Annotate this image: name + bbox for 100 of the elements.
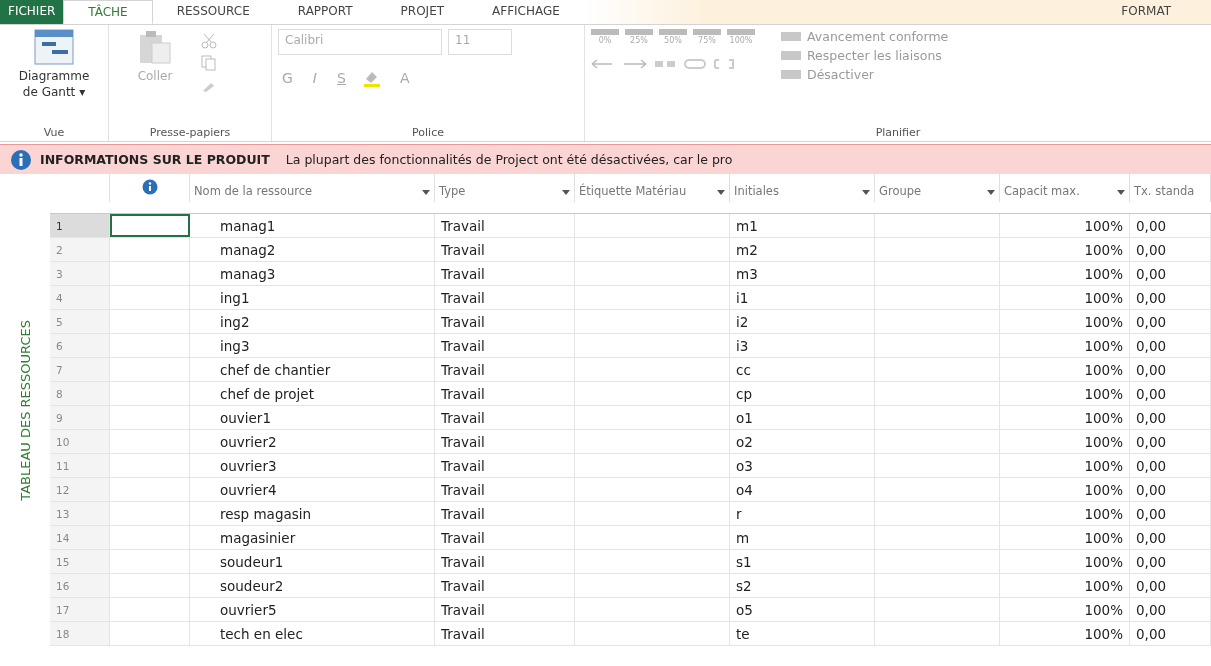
- dropdown-arrow-icon[interactable]: [422, 189, 430, 195]
- row-number[interactable]: 15: [50, 550, 110, 573]
- group-label: Presse-papiers: [149, 126, 231, 139]
- column-header[interactable]: Nom de la ressource: [194, 185, 418, 199]
- row-number[interactable]: 1: [50, 214, 110, 237]
- table-cell: o2: [730, 430, 875, 453]
- table-cell: 100%: [1000, 214, 1130, 237]
- table-cell: Travail: [435, 382, 575, 405]
- table-cell: s1: [730, 550, 875, 573]
- percent-complete-button[interactable]: 75%: [693, 29, 721, 45]
- arrows-icon: [591, 59, 647, 69]
- table-cell: Travail: [435, 310, 575, 333]
- table-cell: 100%: [1000, 598, 1130, 621]
- percent-complete-button[interactable]: 50%: [659, 29, 687, 45]
- table-cell: cp: [730, 382, 875, 405]
- table-cell: 0,00: [1130, 622, 1211, 645]
- table-cell: soudeur2: [190, 574, 435, 597]
- row-number[interactable]: 18: [50, 622, 110, 645]
- row-number[interactable]: 7: [50, 358, 110, 381]
- bold-button[interactable]: G: [278, 70, 297, 86]
- percent-complete-button[interactable]: 25%: [625, 29, 653, 45]
- row-number[interactable]: 14: [50, 526, 110, 549]
- table-cell: ing1: [190, 286, 435, 309]
- dropdown-arrow-icon[interactable]: [562, 189, 570, 195]
- row-number[interactable]: 4: [50, 286, 110, 309]
- percent-complete-button[interactable]: 0%: [591, 29, 619, 45]
- row-number[interactable]: 10: [50, 430, 110, 453]
- dropdown-arrow-icon[interactable]: [862, 189, 870, 195]
- group-label: Police: [412, 126, 444, 139]
- column-header[interactable]: Initiales: [734, 185, 858, 199]
- row-number[interactable]: 16: [50, 574, 110, 597]
- table-cell: i3: [730, 334, 875, 357]
- table-cell: 100%: [1000, 526, 1130, 549]
- column-header[interactable]: Étiquette Matériau: [579, 185, 713, 199]
- italic-button[interactable]: I: [308, 70, 321, 86]
- table-cell: i2: [730, 310, 875, 333]
- table-cell: Travail: [435, 430, 575, 453]
- table-cell: 100%: [1000, 550, 1130, 573]
- table-cell: o1: [730, 406, 875, 429]
- table-cell: Travail: [435, 574, 575, 597]
- table-cell: 100%: [1000, 502, 1130, 525]
- row-number[interactable]: 8: [50, 382, 110, 405]
- dropdown-arrow-icon[interactable]: [717, 189, 725, 195]
- table-cell: 0,00: [1130, 238, 1211, 261]
- row-number[interactable]: 6: [50, 334, 110, 357]
- table-cell: ouvrier5: [190, 598, 435, 621]
- row-number[interactable]: 13: [50, 502, 110, 525]
- table-cell: ouvrier4: [190, 478, 435, 501]
- row-number[interactable]: 12: [50, 478, 110, 501]
- table-cell: ouvrier3: [190, 454, 435, 477]
- dropdown-arrow-icon[interactable]: [1117, 189, 1125, 195]
- font-family-field[interactable]: Calibri: [278, 29, 442, 55]
- ribbon-tab[interactable]: AFFICHAGE: [468, 0, 584, 24]
- percent-complete-button[interactable]: 100%: [727, 29, 755, 45]
- table-cell: r: [730, 502, 875, 525]
- link-icon: [683, 57, 737, 71]
- table-cell: Travail: [435, 526, 575, 549]
- table-cell: Travail: [435, 262, 575, 285]
- table-cell: 0,00: [1130, 502, 1211, 525]
- table-cell: m: [730, 526, 875, 549]
- column-header[interactable]: Capacit max.: [1004, 185, 1113, 199]
- row-number[interactable]: 3: [50, 262, 110, 285]
- selected-cell[interactable]: [110, 214, 190, 237]
- clipboard-icon: [138, 29, 172, 65]
- row-number[interactable]: 17: [50, 598, 110, 621]
- table-cell: Travail: [435, 406, 575, 429]
- ribbon-tab[interactable]: RAPPORT: [273, 0, 377, 24]
- table-cell: cc: [730, 358, 875, 381]
- table-cell: Travail: [435, 598, 575, 621]
- ribbon-tab[interactable]: RESSOURCE: [152, 0, 274, 24]
- table-cell: 100%: [1000, 574, 1130, 597]
- table-cell: m2: [730, 238, 875, 261]
- column-header[interactable]: Groupe: [879, 185, 983, 199]
- ribbon-tab[interactable]: FICHIER: [0, 0, 64, 24]
- table-cell: manag3: [190, 262, 435, 285]
- scissors-icon: [201, 33, 217, 49]
- dropdown-arrow-icon[interactable]: [987, 189, 995, 195]
- table-cell: 100%: [1000, 430, 1130, 453]
- table-cell: 0,00: [1130, 382, 1211, 405]
- gantt-chart-button[interactable]: Diagramme de Gantt ▾: [14, 69, 94, 101]
- table-cell: manag2: [190, 238, 435, 261]
- ribbon-tab[interactable]: TÂCHE: [63, 0, 153, 24]
- group-label: Vue: [43, 126, 65, 139]
- font-color-button[interactable]: A: [395, 70, 414, 86]
- row-number[interactable]: 5: [50, 310, 110, 333]
- underline-button[interactable]: S: [333, 70, 350, 86]
- table-cell: 0,00: [1130, 526, 1211, 549]
- row-number[interactable]: 11: [50, 454, 110, 477]
- table-cell: chef de projet: [190, 382, 435, 405]
- column-header[interactable]: Type: [439, 185, 558, 199]
- table-cell: Travail: [435, 502, 575, 525]
- table-cell: 0,00: [1130, 358, 1211, 381]
- copy-icon: [201, 55, 217, 71]
- font-size-field[interactable]: 11: [448, 29, 512, 55]
- column-header[interactable]: Tx. standa: [1134, 185, 1206, 199]
- info-title: INFORMATIONS SUR LE PRODUIT: [40, 152, 270, 167]
- row-number[interactable]: 9: [50, 406, 110, 429]
- row-number[interactable]: 2: [50, 238, 110, 261]
- ribbon-tab[interactable]: PROJET: [376, 0, 469, 24]
- table-cell: 0,00: [1130, 598, 1211, 621]
